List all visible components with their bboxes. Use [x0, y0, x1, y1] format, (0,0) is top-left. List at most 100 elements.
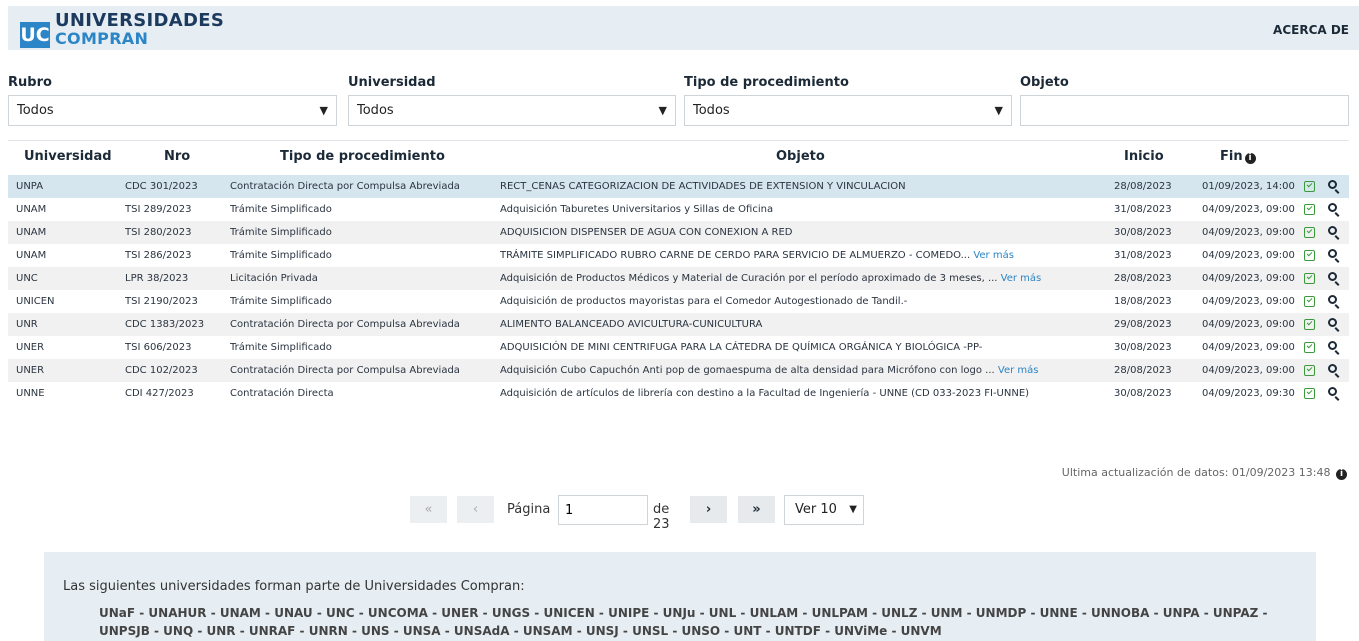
- search-icon[interactable]: [1328, 295, 1337, 304]
- cell-inicio: 29/08/2023: [1114, 319, 1172, 330]
- cell-objeto: Adquisición Cubo Capuchón Anti pop de go…: [500, 359, 1120, 382]
- cell-fin: 04/09/2023, 09:00: [1202, 296, 1295, 307]
- calendar-check-icon[interactable]: [1304, 250, 1315, 261]
- table-row[interactable]: UNER TSI 606/2023 Trámite Simplificado ADQU…: [8, 336, 1349, 359]
- table-row[interactable]: UNR CDC 1383/2023 Contratación Directa por…: [8, 313, 1349, 336]
- cell-objeto: Adquisición de Productos Médicos y Mater…: [500, 267, 1120, 290]
- search-icon[interactable]: [1328, 203, 1337, 212]
- col-header-fin[interactable]: Fin i: [1220, 149, 1256, 164]
- table-row[interactable]: UNAM TSI 289/2023 Trámite Simplificado Adqu…: [8, 198, 1349, 221]
- first-page-button[interactable]: «: [410, 496, 447, 523]
- table-row[interactable]: UNNE CDI 427/2023 Contratación Directa Adqu…: [8, 382, 1349, 405]
- search-icon[interactable]: [1328, 249, 1337, 258]
- cell-universidad: UNER: [16, 342, 45, 353]
- search-icon[interactable]: [1328, 387, 1337, 396]
- cell-inicio: 28/08/2023: [1114, 273, 1172, 284]
- cell-objeto-text: Adquisición de artículos de librería con…: [500, 388, 1030, 399]
- cell-tipo: Contratación Directa por Compulsa Abrevi…: [230, 181, 460, 192]
- cell-objeto-text: ADQUISICION DISPENSER DE AGUA CON CONEXI…: [500, 227, 793, 238]
- cell-inicio: 30/08/2023: [1114, 227, 1172, 238]
- cell-fin: 04/09/2023, 09:00: [1202, 319, 1295, 330]
- cell-objeto-text: TRÁMITE SIMPLIFICADO RUBRO CARNE DE CERD…: [500, 250, 974, 261]
- cell-inicio: 30/08/2023: [1114, 342, 1172, 353]
- search-icon[interactable]: [1328, 341, 1337, 350]
- col-header-nro[interactable]: Nro: [164, 149, 190, 164]
- cell-nro: CDI 427/2023: [125, 388, 194, 399]
- search-icon[interactable]: [1328, 272, 1337, 281]
- cell-universidad: UNER: [16, 365, 45, 376]
- calendar-check-icon[interactable]: [1304, 273, 1315, 284]
- page-size-select[interactable]: Ver 10 ▼: [784, 495, 864, 525]
- tipo-select[interactable]: Todos ▼: [684, 95, 1012, 126]
- last-page-button[interactable]: »: [738, 496, 775, 523]
- table-row[interactable]: UNAM TSI 286/2023 Trámite Simplificado TRÁM…: [8, 244, 1349, 267]
- universidad-select-value: Todos: [357, 103, 394, 118]
- logo-title: UNIVERSIDADES: [55, 10, 225, 31]
- calendar-check-icon[interactable]: [1304, 204, 1315, 215]
- cell-universidad: UNAM: [16, 227, 47, 238]
- cell-inicio: 30/08/2023: [1114, 388, 1172, 399]
- calendar-check-icon[interactable]: [1304, 319, 1315, 330]
- cell-objeto-text: RECT_CENAS CATEGORIZACION DE ACTIVIDADES…: [500, 181, 906, 192]
- cell-objeto: TRÁMITE SIMPLIFICADO RUBRO CARNE DE CERD…: [500, 244, 1120, 267]
- cell-fin: 04/09/2023, 09:00: [1202, 250, 1295, 261]
- cell-universidad: UNC: [16, 273, 38, 284]
- cell-objeto: ALIMENTO BALANCEADO AVICULTURA-CUNICULTU…: [500, 313, 1120, 336]
- table-row[interactable]: UNAM TSI 280/2023 Trámite Simplificado ADQU…: [8, 221, 1349, 244]
- tipo-select-value: Todos: [693, 103, 730, 118]
- objeto-input[interactable]: [1020, 95, 1349, 126]
- table-row[interactable]: UNICEN TSI 2190/2023 Trámite Simplificado A…: [8, 290, 1349, 313]
- ver-mas-link[interactable]: Ver más: [998, 365, 1039, 376]
- cell-fin: 04/09/2023, 09:30: [1202, 388, 1295, 399]
- nav-about-link[interactable]: ACERCA DE: [1273, 23, 1349, 37]
- col-header-universidad[interactable]: Universidad: [24, 149, 112, 164]
- rubro-label: Rubro: [8, 75, 52, 90]
- cell-fin: 01/09/2023, 14:00: [1202, 181, 1295, 192]
- calendar-check-icon[interactable]: [1304, 342, 1315, 353]
- cell-objeto: ADQUISICION DISPENSER DE AGUA CON CONEXI…: [500, 221, 1120, 244]
- universidad-label: Universidad: [348, 75, 436, 90]
- cell-inicio: 28/08/2023: [1114, 181, 1172, 192]
- next-page-button[interactable]: ›: [690, 496, 727, 523]
- info-icon: i: [1244, 153, 1256, 164]
- prev-page-button[interactable]: ‹: [457, 496, 494, 523]
- search-icon[interactable]: [1328, 226, 1337, 235]
- cell-objeto-text: Adquisición Cubo Capuchón Anti pop de go…: [500, 365, 998, 376]
- tipo-label: Tipo de procedimiento: [684, 75, 849, 90]
- ver-mas-link[interactable]: Ver más: [973, 250, 1014, 261]
- table-row[interactable]: UNPA CDC 301/2023 Contratación Directa por…: [8, 175, 1349, 198]
- cell-inicio: 18/08/2023: [1114, 296, 1172, 307]
- cell-universidad: UNICEN: [16, 296, 55, 307]
- footer-title: Las siguientes universidades forman part…: [63, 579, 525, 594]
- search-icon[interactable]: [1328, 364, 1337, 373]
- calendar-check-icon[interactable]: [1304, 296, 1315, 307]
- search-icon[interactable]: [1328, 180, 1337, 189]
- calendar-check-icon[interactable]: [1304, 227, 1315, 238]
- table-body: UNPA CDC 301/2023 Contratación Directa por…: [8, 175, 1349, 405]
- info-icon: i: [1336, 469, 1347, 480]
- col-header-inicio[interactable]: Inicio: [1124, 149, 1164, 164]
- cell-nro: CDC 1383/2023: [125, 319, 205, 330]
- cell-objeto: RECT_CENAS CATEGORIZACION DE ACTIVIDADES…: [500, 175, 1120, 198]
- cell-inicio: 28/08/2023: [1114, 365, 1172, 376]
- calendar-check-icon[interactable]: [1304, 388, 1315, 399]
- cell-fin: 04/09/2023, 09:00: [1202, 273, 1295, 284]
- rubro-select[interactable]: Todos ▼: [8, 95, 337, 126]
- table-row[interactable]: UNER CDC 102/2023 Contratación Directa por…: [8, 359, 1349, 382]
- col-header-tipo[interactable]: Tipo de procedimiento: [280, 149, 445, 164]
- page-input[interactable]: [558, 495, 648, 525]
- chevron-down-icon: ▼: [994, 104, 1003, 117]
- cell-universidad: UNAM: [16, 204, 47, 215]
- table-row[interactable]: UNC LPR 38/2023 Licitación Privada Adquisic…: [8, 267, 1349, 290]
- ver-mas-link[interactable]: Ver más: [1001, 273, 1042, 284]
- page-size-value: Ver 10: [795, 502, 837, 517]
- cell-fin: 04/09/2023, 09:00: [1202, 227, 1295, 238]
- calendar-check-icon[interactable]: [1304, 365, 1315, 376]
- col-header-objeto[interactable]: Objeto: [776, 149, 825, 164]
- calendar-check-icon[interactable]: [1304, 181, 1315, 192]
- universidad-select[interactable]: Todos ▼: [348, 95, 676, 126]
- cell-objeto: Adquisición de artículos de librería con…: [500, 382, 1120, 405]
- search-icon[interactable]: [1328, 318, 1337, 327]
- objeto-label: Objeto: [1020, 75, 1069, 90]
- cell-nro: TSI 606/2023: [125, 342, 192, 353]
